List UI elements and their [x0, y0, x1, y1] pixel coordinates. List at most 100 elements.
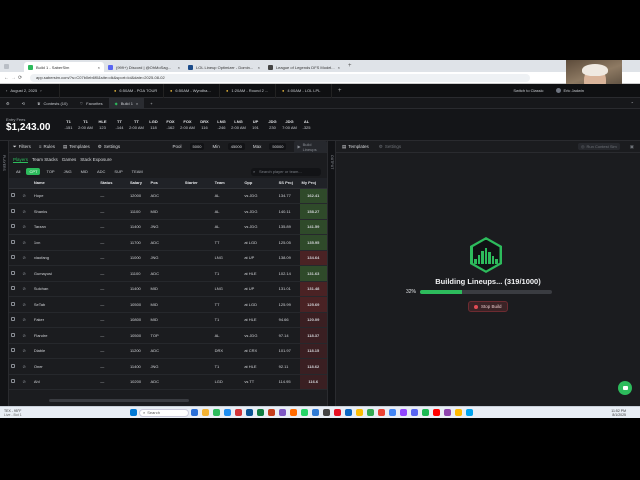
lock-icon[interactable]: ⊘: [22, 240, 25, 245]
position-button-top[interactable]: TOP: [43, 168, 57, 175]
player-my-proj[interactable]: 131.48: [299, 281, 327, 297]
player-my-proj[interactable]: 135.95: [299, 234, 327, 251]
player-status[interactable]: —: [98, 203, 128, 220]
table-row[interactable]: ⊘ SeTab —10500 MID TT at LGD 125.99 125.69: [9, 296, 327, 313]
tab-menu-icon[interactable]: [4, 63, 9, 69]
taskbar-app-icon-17[interactable]: [378, 409, 385, 416]
header-pos[interactable]: Pos: [148, 178, 183, 189]
weather-widget[interactable]: TEX - 95°F Live - Bot 1: [0, 409, 60, 417]
output-settings-button[interactable]: ⚙ Settings: [379, 144, 401, 150]
taskbar-search-input[interactable]: ⌕ Search: [139, 408, 189, 417]
lock-icon[interactable]: ⊘: [22, 224, 25, 229]
player-my-proj[interactable]: 131.63: [299, 265, 327, 282]
player-my-proj[interactable]: 125.69: [299, 296, 327, 313]
row-checkbox[interactable]: [11, 332, 15, 337]
row-checkbox[interactable]: [11, 348, 15, 353]
forward-icon[interactable]: →: [11, 75, 16, 81]
lock-icon[interactable]: ⊘: [22, 317, 25, 322]
taskbar-app-icon-11[interactable]: [312, 409, 319, 416]
browser-tab-1[interactable]: (999+) Discord | @OhMoSag... ×: [104, 62, 184, 72]
row-checkbox[interactable]: [11, 317, 15, 322]
favorites-button[interactable]: ♡ Favorites: [74, 98, 109, 109]
filters-button[interactable]: ⏷ Filters: [13, 144, 31, 149]
taskbar-app-icon-4[interactable]: [235, 409, 242, 416]
player-my-proj[interactable]: 141.59: [299, 219, 327, 235]
matchup-1[interactable]: T1 2:00 AM: [77, 119, 94, 131]
matchup-9[interactable]: LNG -246: [213, 119, 230, 131]
player-status[interactable]: —: [98, 250, 128, 266]
matchup-2[interactable]: HLE 123: [94, 119, 111, 131]
player-tab-1[interactable]: Team Stacks: [32, 157, 58, 162]
lock-icon[interactable]: ⊘: [22, 379, 25, 384]
table-row[interactable]: ⊘ Shanks —11100 MID AL vs JDG 140.11 158.27: [9, 203, 327, 220]
templates-button[interactable]: ▤ Templates: [63, 144, 90, 150]
header-status[interactable]: Status: [98, 178, 128, 189]
player-tab-2[interactable]: Games: [62, 157, 77, 162]
slate-tab-1[interactable]: ● 6:50AM - Wyndha...: [164, 83, 220, 98]
table-row[interactable]: ⊘ Hope —12000 ADC AL vs JDG 134.77 162.41: [9, 188, 327, 204]
build-tab-1[interactable]: ◆ Build 1 ×: [108, 97, 145, 109]
header-salary[interactable]: Salary: [127, 178, 149, 189]
player-search-input[interactable]: ⌕ Search player or team...: [251, 167, 321, 176]
table-row[interactable]: ⊘ Ahl —10200 ADC LGD vs TT 114.95 116.6: [9, 374, 327, 390]
player-my-proj[interactable]: 116.6: [299, 374, 327, 390]
matchup-14[interactable]: AL -325: [298, 119, 315, 131]
back-icon[interactable]: ←: [4, 75, 9, 81]
date-picker[interactable]: ‹ August 2, 2025 ›: [0, 83, 60, 98]
taskbar-app-icon-20[interactable]: [411, 409, 418, 416]
stop-build-button[interactable]: Stop Build: [468, 301, 508, 312]
position-button-adc[interactable]: ADC: [94, 168, 108, 175]
output-templates-button[interactable]: ▤ Templates: [342, 144, 369, 150]
table-row[interactable]: ⊘ Diable —11200 ADC DRX at CRX 101.97 118.15: [9, 343, 327, 359]
matchup-11[interactable]: UP 191: [247, 119, 264, 131]
rules-button[interactable]: ≡ Rules: [39, 144, 55, 149]
player-status[interactable]: —: [98, 312, 128, 328]
player-status[interactable]: —: [98, 219, 128, 235]
taskbar-app-icon-2[interactable]: [213, 409, 220, 416]
taskbar-app-icon-8[interactable]: [279, 409, 286, 416]
taskbar-app-icon-1[interactable]: [202, 409, 209, 416]
taskbar-app-icon-22[interactable]: [433, 409, 440, 416]
close-icon[interactable]: ×: [136, 101, 138, 106]
min-salary-input[interactable]: 45000: [227, 143, 245, 150]
header-ss-proj[interactable]: SS Proj: [276, 178, 300, 189]
url-field[interactable]: app.sabersim.com/?s=C07b0eb6f0&site=dk&s…: [30, 73, 530, 82]
taskbar-app-icon-16[interactable]: [367, 409, 374, 416]
taskbar-app-icon-18[interactable]: [389, 409, 396, 416]
taskbar-app-icon-24[interactable]: [455, 409, 462, 416]
horizontal-scrollbar[interactable]: [49, 399, 189, 402]
pool-input[interactable]: 5000: [189, 143, 205, 150]
player-my-proj[interactable]: 118.15: [299, 343, 327, 359]
chevron-left-icon[interactable]: ‹: [6, 88, 7, 93]
player-status[interactable]: —: [98, 327, 128, 344]
tab-close-icon[interactable]: ×: [338, 65, 340, 70]
matchup-6[interactable]: FOX -162: [162, 119, 179, 131]
rail-label[interactable]: PLAYERS: [2, 155, 6, 171]
collapse-button[interactable]: ⌃: [625, 98, 640, 109]
row-checkbox[interactable]: [11, 286, 15, 291]
taskbar-app-icon-14[interactable]: [345, 409, 352, 416]
taskbar-app-icon-7[interactable]: [268, 409, 275, 416]
settings-gear-button[interactable]: ⚙: [0, 98, 16, 109]
header-team[interactable]: Team: [212, 178, 243, 189]
player-my-proj[interactable]: 118.37: [299, 327, 327, 344]
reload-icon[interactable]: ⟳: [18, 75, 22, 81]
player-my-proj[interactable]: 158.27: [299, 203, 327, 220]
lock-icon[interactable]: ⊘: [22, 333, 25, 338]
table-row[interactable]: ⊘ Faker —10800 MID T1 at HLE 94.66 120.09: [9, 312, 327, 328]
position-button-team[interactable]: TEAM: [129, 168, 146, 175]
header-my-proj[interactable]: My Proj: [299, 178, 327, 189]
player-my-proj[interactable]: 134.64: [299, 250, 327, 266]
table-row[interactable]: ⊘ xiaofang —11000 JNG LNG at UP 138.09 134.64: [9, 250, 327, 266]
refresh-button[interactable]: ⟲: [16, 98, 31, 109]
player-status[interactable]: —: [98, 234, 128, 251]
player-my-proj[interactable]: 118.62: [299, 358, 327, 375]
row-checkbox[interactable]: [11, 193, 15, 198]
position-button-sup[interactable]: SUP: [111, 168, 125, 175]
matchup-12[interactable]: JDG 230: [264, 119, 281, 131]
row-checkbox[interactable]: [11, 379, 15, 384]
lock-icon[interactable]: ⊘: [22, 209, 25, 214]
row-checkbox[interactable]: [11, 301, 15, 306]
taskbar-app-icon-12[interactable]: [323, 409, 330, 416]
new-tab-icon[interactable]: +: [348, 63, 352, 69]
